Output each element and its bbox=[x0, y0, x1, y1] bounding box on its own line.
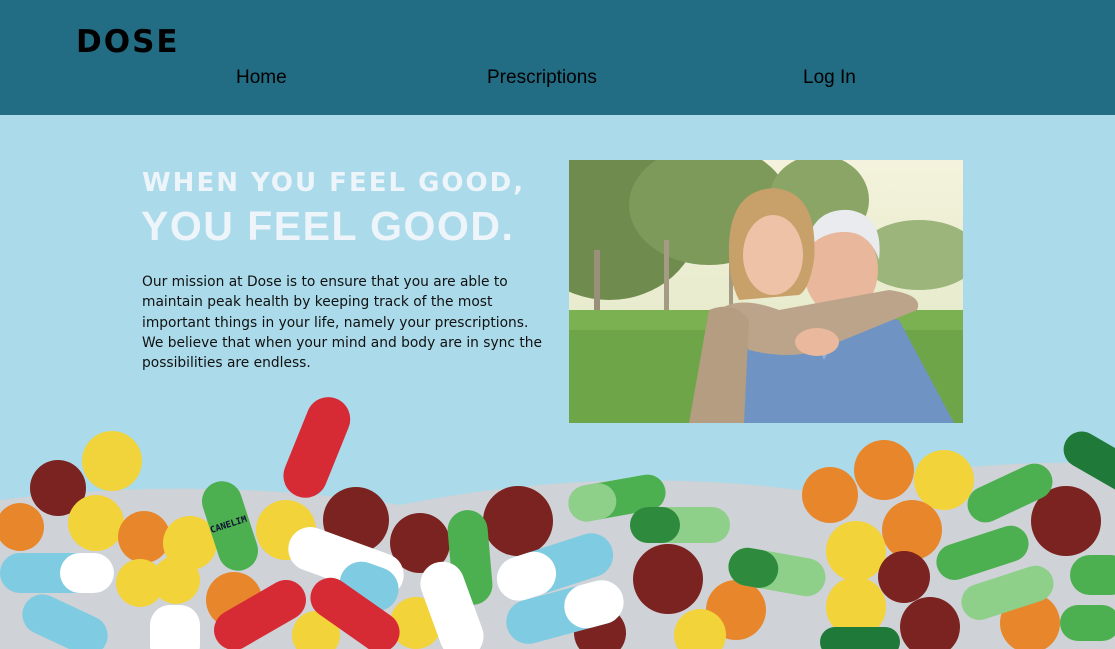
brand-logo[interactable]: DOSE bbox=[76, 22, 180, 62]
nav-prescriptions[interactable]: Prescriptions bbox=[487, 66, 597, 90]
mission-text: Our mission at Dose is to ensure that yo… bbox=[142, 274, 542, 372]
site-header: DOSE Home Prescriptions Log In bbox=[0, 0, 1115, 115]
pills-image: CANELIM bbox=[0, 397, 1115, 649]
couple-image bbox=[569, 160, 963, 423]
nav-log-in[interactable]: Log In bbox=[803, 66, 856, 90]
hero-headline: YOU FEEL GOOD. bbox=[141, 203, 515, 249]
nav-home[interactable]: Home bbox=[236, 66, 287, 90]
hero-photo bbox=[569, 160, 963, 423]
pills-decoration: CANELIM bbox=[0, 395, 1115, 649]
hero-kicker: WHEN YOU FEEL GOOD, bbox=[142, 168, 526, 198]
